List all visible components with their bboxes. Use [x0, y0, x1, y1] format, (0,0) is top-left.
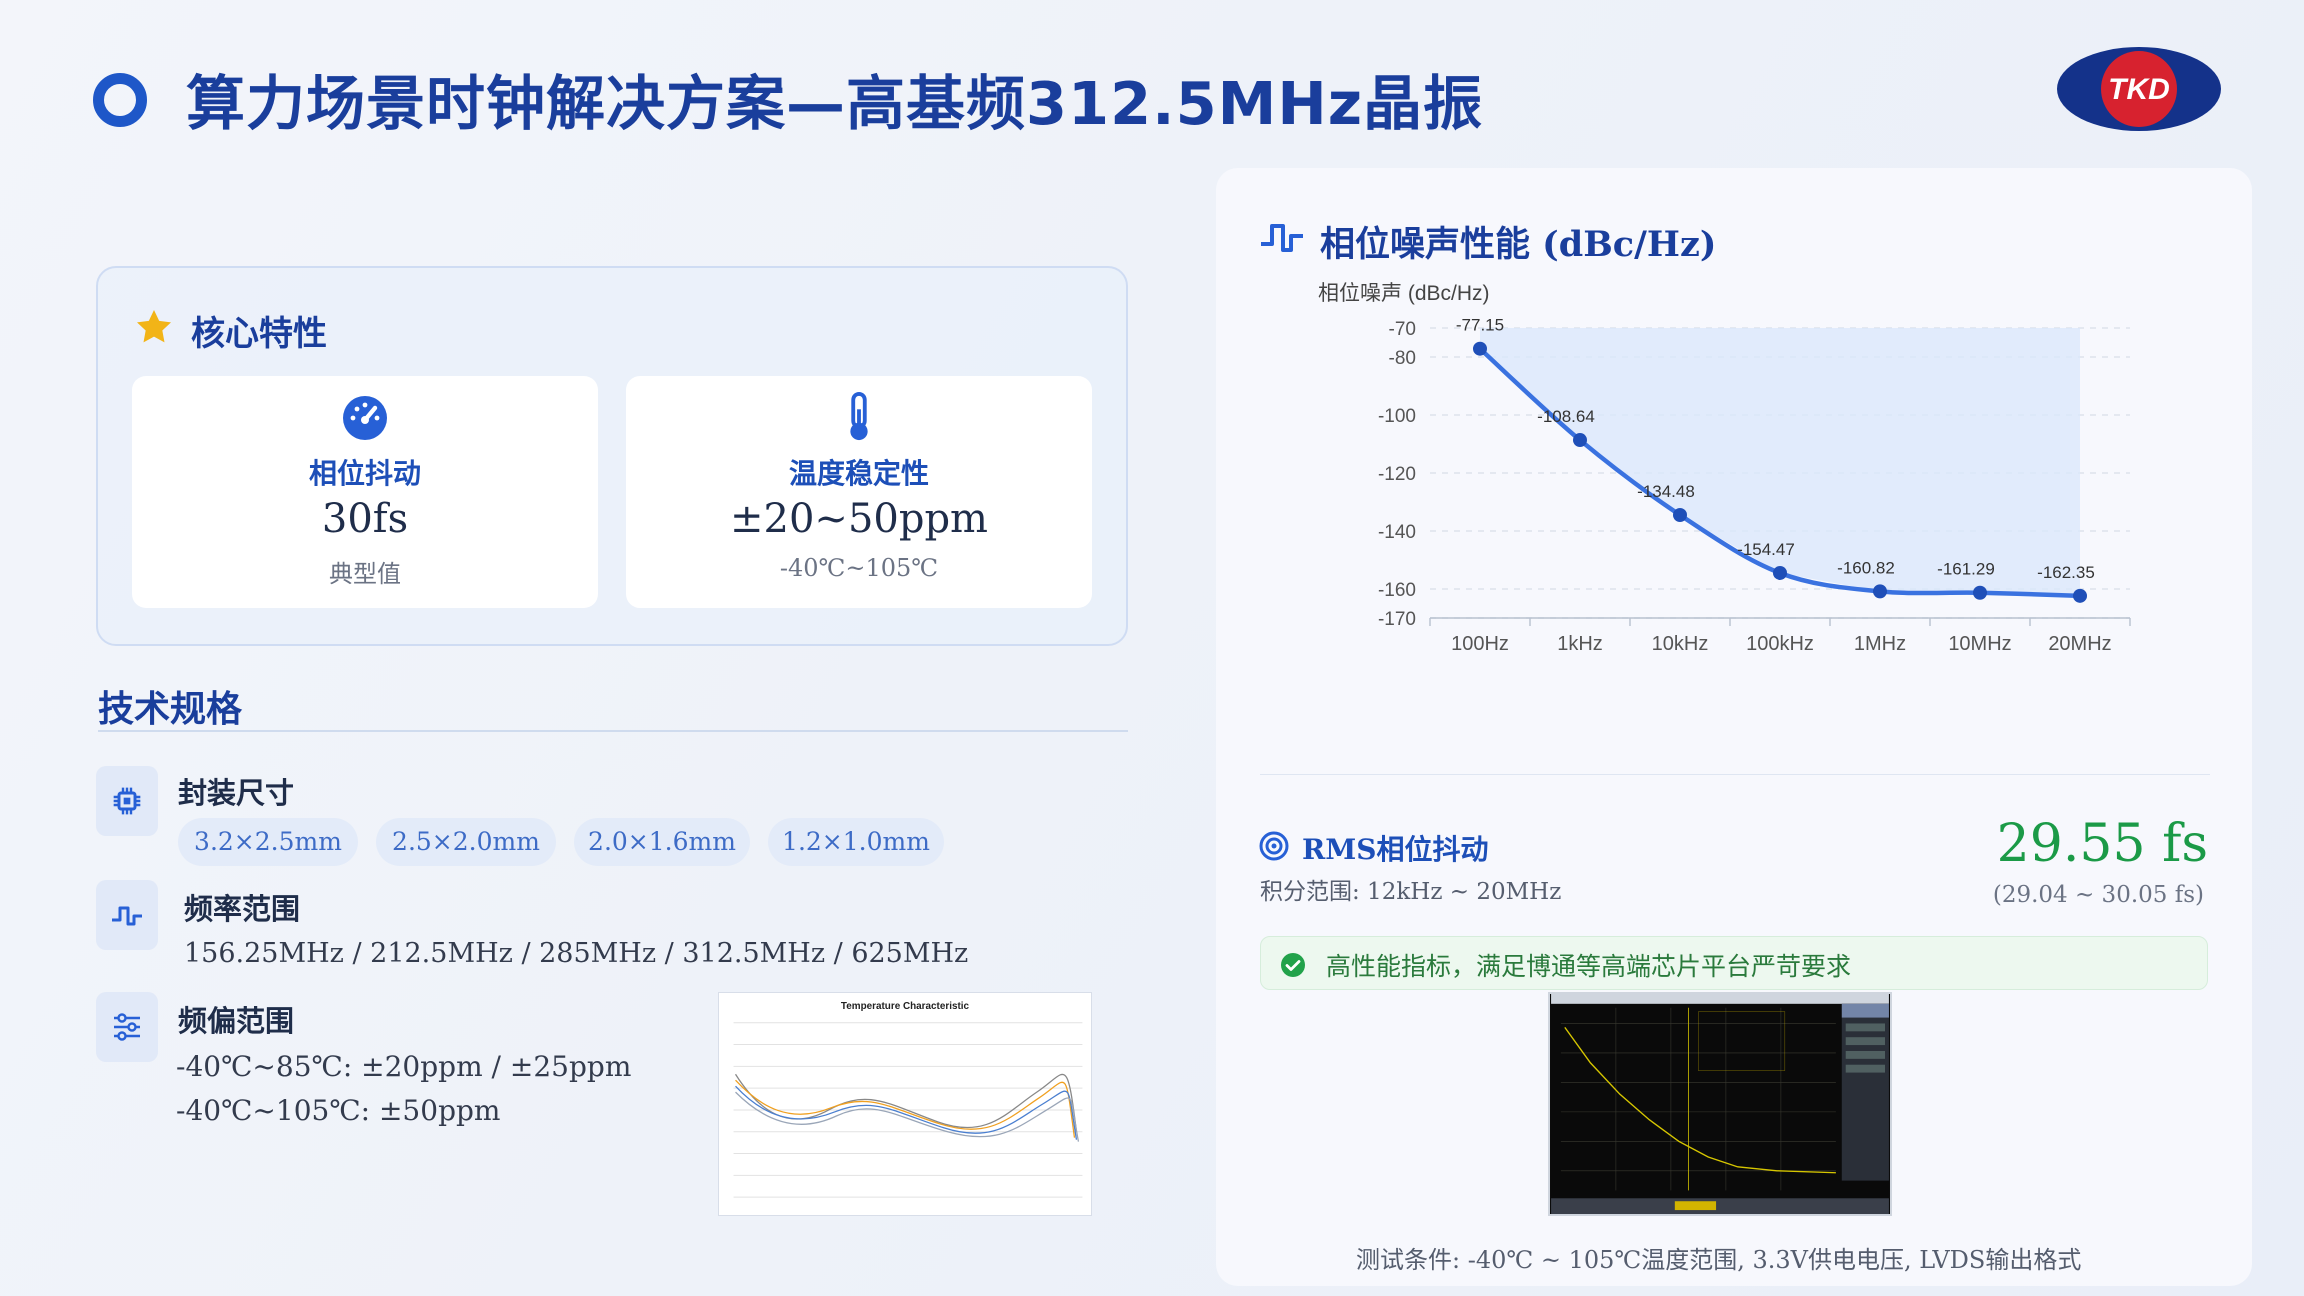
y-axis-label: 相位噪声 (dBc/Hz)	[1318, 282, 1490, 305]
package-size-chip: 3.2×2.5mm	[178, 818, 358, 866]
y-tick-label: -100	[1378, 406, 1416, 427]
package-size-chip: 2.5×2.0mm	[376, 818, 556, 866]
data-point	[1973, 585, 1987, 600]
y-tick-label: -170	[1378, 609, 1416, 630]
y-tick-label: -80	[1389, 348, 1416, 369]
data-point	[1873, 584, 1887, 599]
divider	[1260, 774, 2210, 775]
data-point	[1573, 433, 1587, 448]
waveform-icon	[1261, 224, 1303, 252]
divider	[98, 730, 1128, 732]
target-icon	[1259, 831, 1289, 861]
speedometer-icon	[343, 396, 387, 440]
data-point	[1673, 507, 1687, 522]
y-tick-label: -160	[1378, 580, 1416, 601]
package-size-chip: 1.2×1.0mm	[768, 818, 944, 866]
card-value: 30fs	[321, 496, 409, 542]
data-label: -161.29	[1937, 560, 1995, 579]
title-bullet-icon	[93, 73, 147, 127]
test-conditions-note: 测试条件: -40℃ ~ 105℃温度范围, 3.3V供电电压, LVDS输出格…	[1356, 1246, 2082, 1274]
card-label: 相位抖动	[308, 457, 421, 490]
check-circle-icon	[1281, 953, 1305, 977]
x-tick-label: 10kHz	[1652, 633, 1709, 655]
status-text: 高性能指标，满足博通等高端芯片平台严苛要求	[1326, 952, 1852, 981]
x-tick-label: 20MHz	[2048, 633, 2111, 655]
offset-line: -40℃~105℃: ±50ppm	[176, 1094, 501, 1127]
phase-jitter-card: 相位抖动 30fs 典型值	[132, 376, 598, 608]
sliders-icon	[96, 992, 158, 1062]
thermometer-icon	[850, 392, 868, 441]
offset-label: 频偏范围	[178, 1004, 295, 1038]
integration-range: 积分范围: 12kHz ~ 20MHz	[1260, 879, 1562, 905]
y-tick-label: -140	[1378, 522, 1416, 543]
phase-noise-analyzer-screenshot	[1548, 992, 1892, 1216]
star-icon	[137, 310, 171, 343]
package-label: 封装尺寸	[178, 776, 295, 810]
data-point	[1773, 565, 1787, 580]
data-point	[2073, 588, 2087, 603]
data-label: -154.47	[1737, 540, 1795, 559]
x-tick-label: 10MHz	[1948, 633, 2011, 655]
rms-jitter-value: 29.55 fs	[1996, 814, 2208, 874]
svg-text:TKD: TKD	[2108, 73, 2170, 106]
frequency-values: 156.25MHz / 212.5MHz / 285MHz / 312.5MHz…	[184, 938, 969, 969]
core-features-title: 核心特性	[191, 314, 327, 354]
x-tick-label: 1MHz	[1854, 633, 1906, 655]
frequency-label: 频率范围	[184, 892, 301, 926]
rms-jitter-title: RMS相位抖动	[1302, 833, 1489, 866]
phase-noise-title: 相位噪声性能 (dBc/Hz)	[1320, 224, 1717, 265]
data-point	[1473, 341, 1487, 356]
rms-jitter-tolerance: (29.04 ~ 30.05 fs)	[1992, 882, 2204, 908]
package-size-chip: 2.0×1.6mm	[574, 818, 750, 866]
page-title: 算力场景时钟解决方案—高基频312.5MHz晶振	[186, 69, 1484, 138]
card-label: 温度稳定性	[788, 457, 929, 490]
y-tick-label: -120	[1378, 464, 1416, 485]
data-label: -134.48	[1637, 482, 1695, 501]
data-label: -77.15	[1456, 316, 1504, 335]
x-tick-label: 100kHz	[1746, 633, 1814, 655]
card-sub: -40℃~105℃	[779, 554, 939, 582]
data-label: -162.35	[2037, 563, 2095, 582]
tech-spec-title: 技术规格	[98, 688, 243, 730]
temp-stability-card: 温度稳定性 ±20~50ppm -40℃~105℃	[626, 376, 1092, 608]
temperature-characteristic-image: Temperature Characteristic	[718, 992, 1092, 1216]
x-tick-label: 100Hz	[1451, 633, 1509, 655]
waveform-icon	[96, 880, 158, 950]
offset-line: -40℃~85℃: ±20ppm / ±25ppm	[176, 1050, 632, 1083]
tkd-logo: TKD	[2057, 47, 2221, 131]
svg-text:Temperature Characteristic: Temperature Characteristic	[841, 1001, 970, 1012]
card-value: ±20~50ppm	[730, 496, 988, 542]
x-tick-label: 1kHz	[1557, 633, 1603, 655]
data-label: -108.64	[1537, 407, 1595, 426]
chip-icon	[96, 766, 158, 836]
data-label: -160.82	[1837, 558, 1895, 577]
card-sub: 典型值	[329, 560, 401, 588]
y-tick-label: -70	[1389, 319, 1416, 340]
phase-noise-chart: 相位噪声 (dBc/Hz) -70 -80 -100 -120 -140 -160 -170 -…	[1318, 282, 2131, 655]
